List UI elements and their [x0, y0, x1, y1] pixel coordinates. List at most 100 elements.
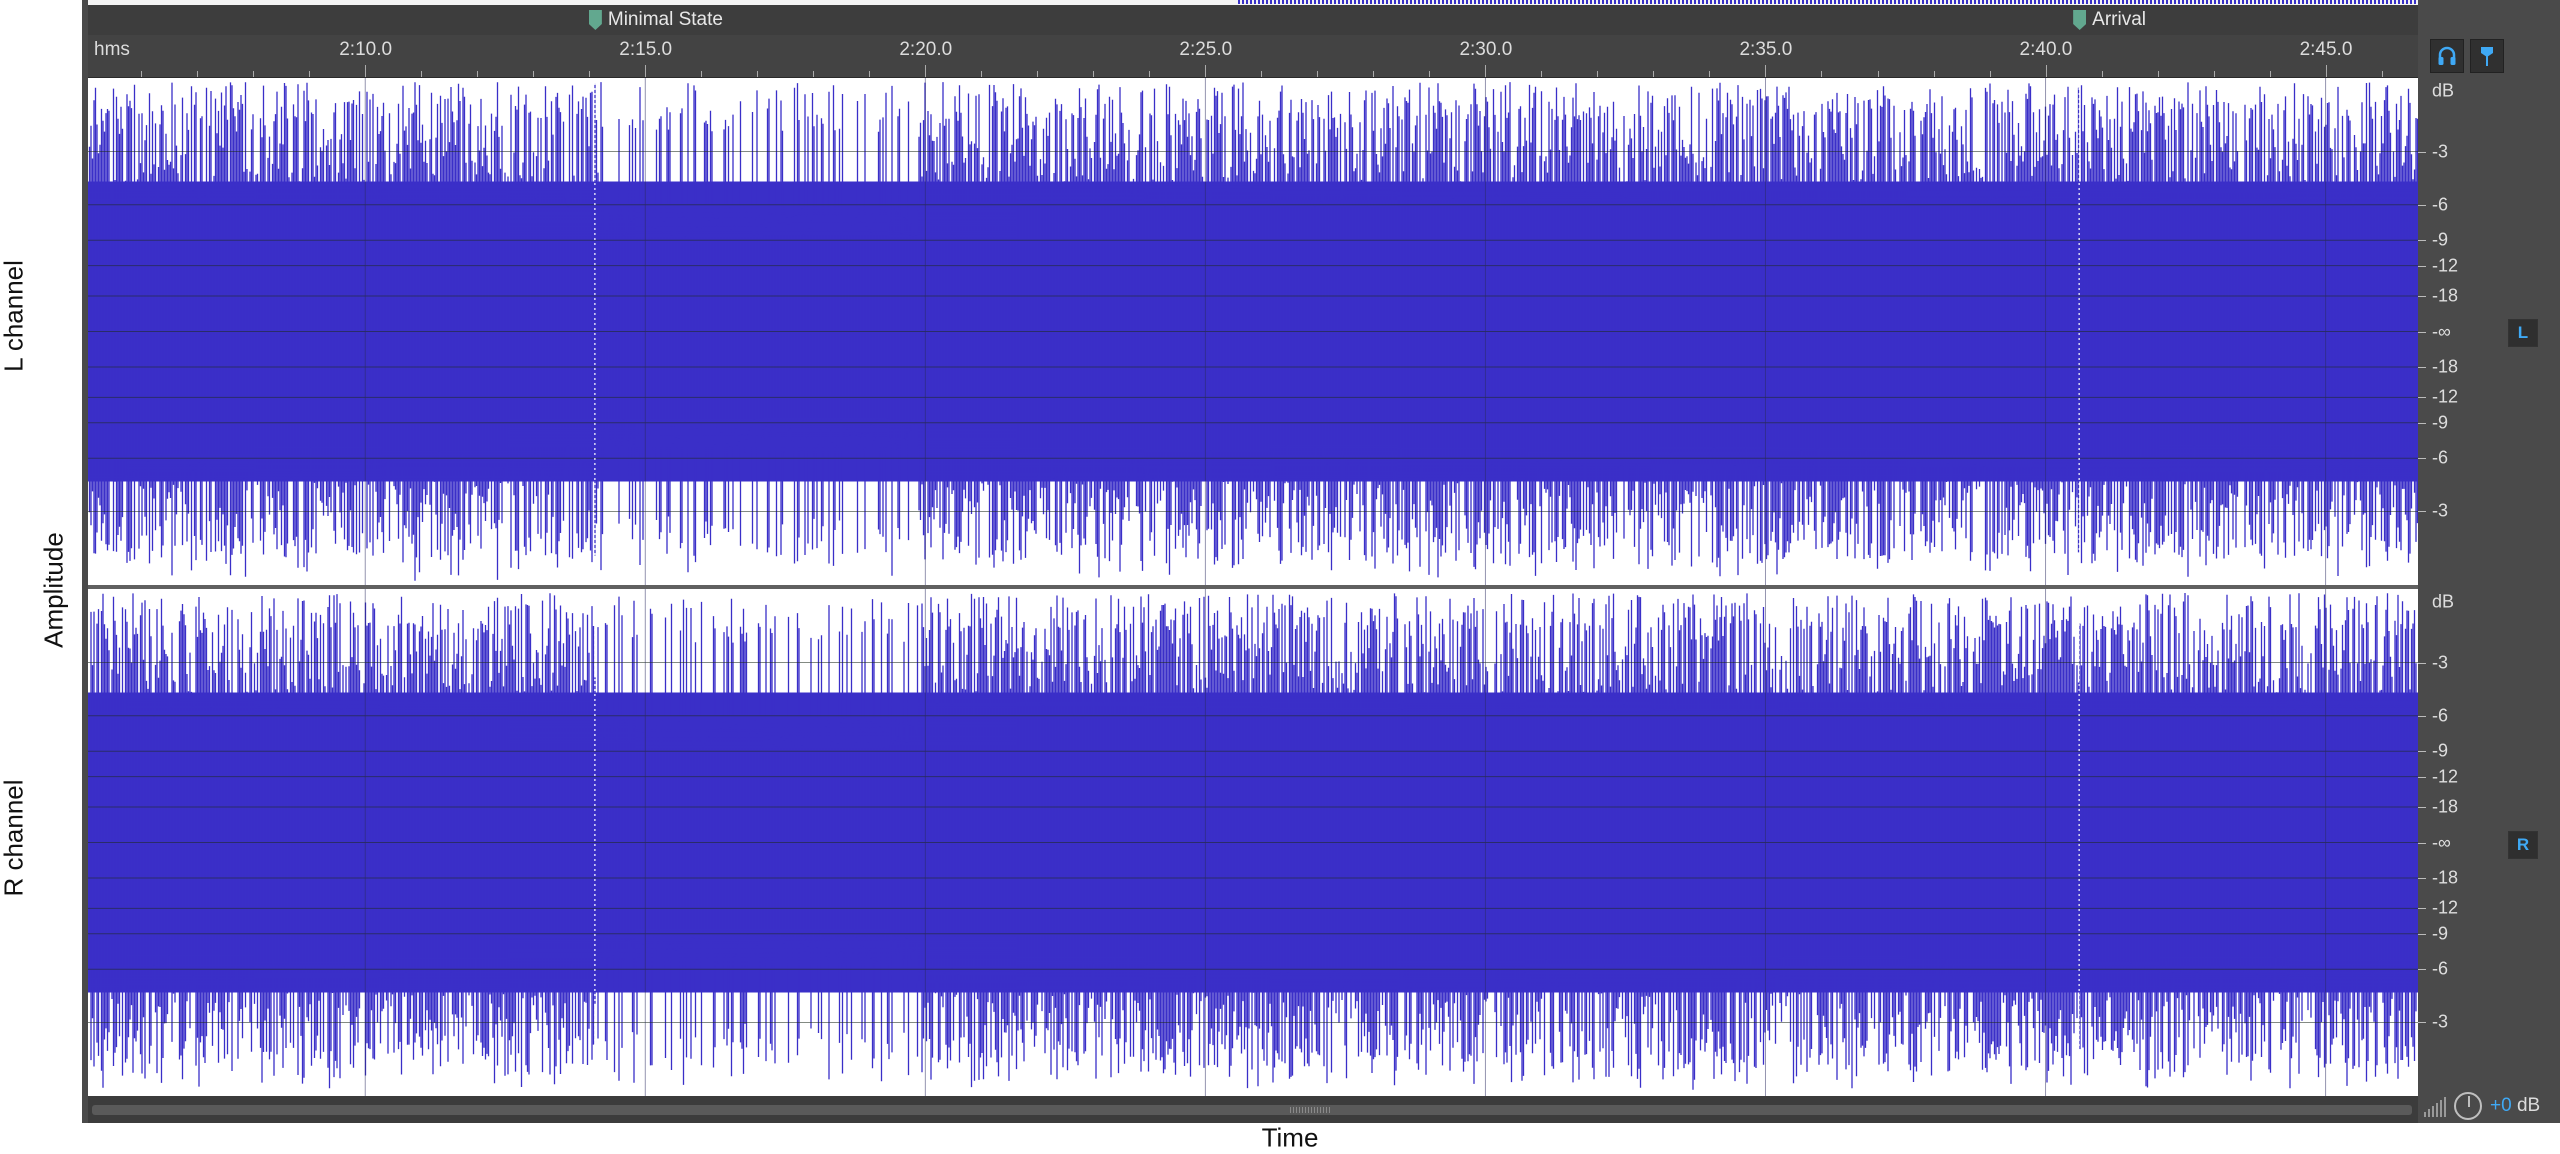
level-meter-icon — [2424, 1095, 2446, 1117]
headphones-icon — [2438, 46, 2456, 65]
bottom-bar — [88, 1096, 2418, 1123]
db-tick — [2418, 422, 2426, 424]
ruler-tick — [1765, 65, 1767, 77]
ruler-tick — [421, 71, 423, 77]
r-db-scale: dB -3 -6 -9 -12 -18 -∞ -18 -12 -9 -6 -3 — [2418, 589, 2488, 1096]
l-channel-axis-label: L channel — [0, 260, 29, 372]
ruler-tick — [1093, 71, 1095, 77]
ruler-tick — [925, 65, 927, 77]
db-label: -9 — [2432, 740, 2449, 761]
ruler-tick — [309, 71, 311, 77]
marker-pin-button[interactable] — [2470, 39, 2504, 73]
marker-arrival[interactable]: Arrival — [2073, 9, 2146, 31]
ruler-tick — [1429, 71, 1431, 77]
ruler-tick — [1709, 71, 1711, 77]
db-tick — [2418, 1022, 2426, 1024]
db-unit: dB — [2432, 591, 2455, 612]
db-tick — [2418, 751, 2426, 753]
ruler-tick — [533, 71, 535, 77]
channel-l-toggle[interactable]: L — [2508, 319, 2538, 347]
ruler-tick — [1821, 71, 1823, 77]
channel-r-toggle[interactable]: R — [2508, 831, 2538, 859]
overview-waveform — [1238, 0, 2418, 4]
ruler-tick — [1933, 71, 1935, 77]
ruler-tick — [1541, 71, 1543, 77]
marker-label: Minimal State — [607, 9, 723, 30]
ruler-unit: hms — [94, 39, 130, 60]
db-tick — [2418, 366, 2426, 368]
amplitude-axis-label: Amplitude — [38, 532, 69, 648]
db-label: -3 — [2432, 652, 2449, 672]
db-label: -12 — [2432, 255, 2459, 276]
db-label: -3 — [2432, 1011, 2449, 1032]
ruler-tick — [2045, 65, 2047, 77]
db-tick — [2418, 240, 2426, 242]
db-tick — [2418, 397, 2426, 399]
db-label: -∞ — [2432, 832, 2451, 852]
db-label: -6 — [2432, 958, 2449, 979]
headphones-button[interactable] — [2430, 39, 2464, 73]
db-label: -6 — [2432, 447, 2449, 468]
db-unit: dB — [2432, 80, 2455, 101]
db-tick — [2418, 204, 2426, 206]
ruler-tick — [253, 71, 255, 77]
ruler-tick — [2157, 71, 2159, 77]
l-channel-waveform[interactable] — [88, 78, 2418, 585]
ruler-label: 2:20.0 — [899, 39, 953, 60]
db-label: -12 — [2432, 386, 2459, 407]
l-db-scale: dB -3 -6 -9 -12 -18 -∞ -18 -12 -9 -6 -3 — [2418, 78, 2488, 585]
ruler-tick — [1877, 71, 1879, 77]
ruler-tick — [1485, 65, 1487, 77]
ruler-tick — [813, 71, 815, 77]
db-tick — [2418, 908, 2426, 910]
time-ruler[interactable]: hms 2:10.0 2:15.0 2:20.0 2:25.0 2:30.0 2:35.0… — [88, 35, 2418, 78]
db-tick — [2418, 458, 2426, 460]
scrollbar-grip-icon[interactable] — [1290, 1107, 1330, 1113]
marker-minimal-state[interactable]: Minimal State — [588, 9, 723, 31]
db-tick — [2418, 662, 2426, 664]
ruler-tick — [1205, 65, 1207, 77]
ruler-tick — [1037, 71, 1039, 77]
ruler-tick — [2325, 65, 2327, 77]
db-tick — [2418, 933, 2426, 935]
db-tick — [2418, 807, 2426, 808]
ruler-label: 2:15.0 — [619, 39, 673, 60]
ruler-tick — [2101, 71, 2103, 77]
ruler-tick — [1989, 71, 1991, 77]
db-label: -18 — [2432, 796, 2459, 817]
time-axis-label: Time — [1261, 1122, 1319, 1153]
marker-strip: Minimal State Arrival — [88, 5, 2418, 35]
horizontal-scrollbar[interactable] — [92, 1105, 2412, 1115]
marker-label: Arrival — [2092, 9, 2146, 30]
ruler-label: 2:10.0 — [339, 39, 393, 60]
ruler-tick — [645, 65, 647, 77]
db-tick — [2418, 715, 2426, 717]
ruler-tick — [869, 71, 871, 77]
volume-knob[interactable] — [2454, 1091, 2482, 1120]
ruler-tick — [1149, 71, 1151, 77]
ruler-tick — [141, 71, 143, 77]
db-label: -12 — [2432, 766, 2459, 787]
ruler-tick — [1597, 71, 1599, 77]
db-label: -9 — [2432, 923, 2449, 944]
db-label: -6 — [2432, 194, 2449, 215]
db-tick — [2418, 776, 2426, 778]
marker-flag-icon — [588, 10, 602, 30]
waveform-graphic — [88, 589, 2418, 1096]
marker-pin-icon — [2481, 47, 2493, 66]
ruler-label: 2:35.0 — [1739, 39, 1793, 60]
db-label: -18 — [2432, 867, 2459, 888]
db-label: -18 — [2432, 356, 2459, 377]
waveform-graphic — [88, 78, 2418, 585]
r-channel-waveform[interactable] — [88, 589, 2418, 1096]
db-tick — [2418, 296, 2426, 297]
ruler-tick — [757, 71, 759, 77]
ruler-label: 2:25.0 — [1179, 39, 1233, 60]
ruler-tick — [2381, 71, 2383, 77]
db-tick — [2418, 265, 2426, 267]
db-label: -9 — [2432, 412, 2449, 433]
ruler-tick — [1373, 71, 1375, 77]
db-label: -3 — [2432, 141, 2449, 161]
db-label: -∞ — [2432, 321, 2451, 341]
ruler-tick — [365, 65, 367, 77]
